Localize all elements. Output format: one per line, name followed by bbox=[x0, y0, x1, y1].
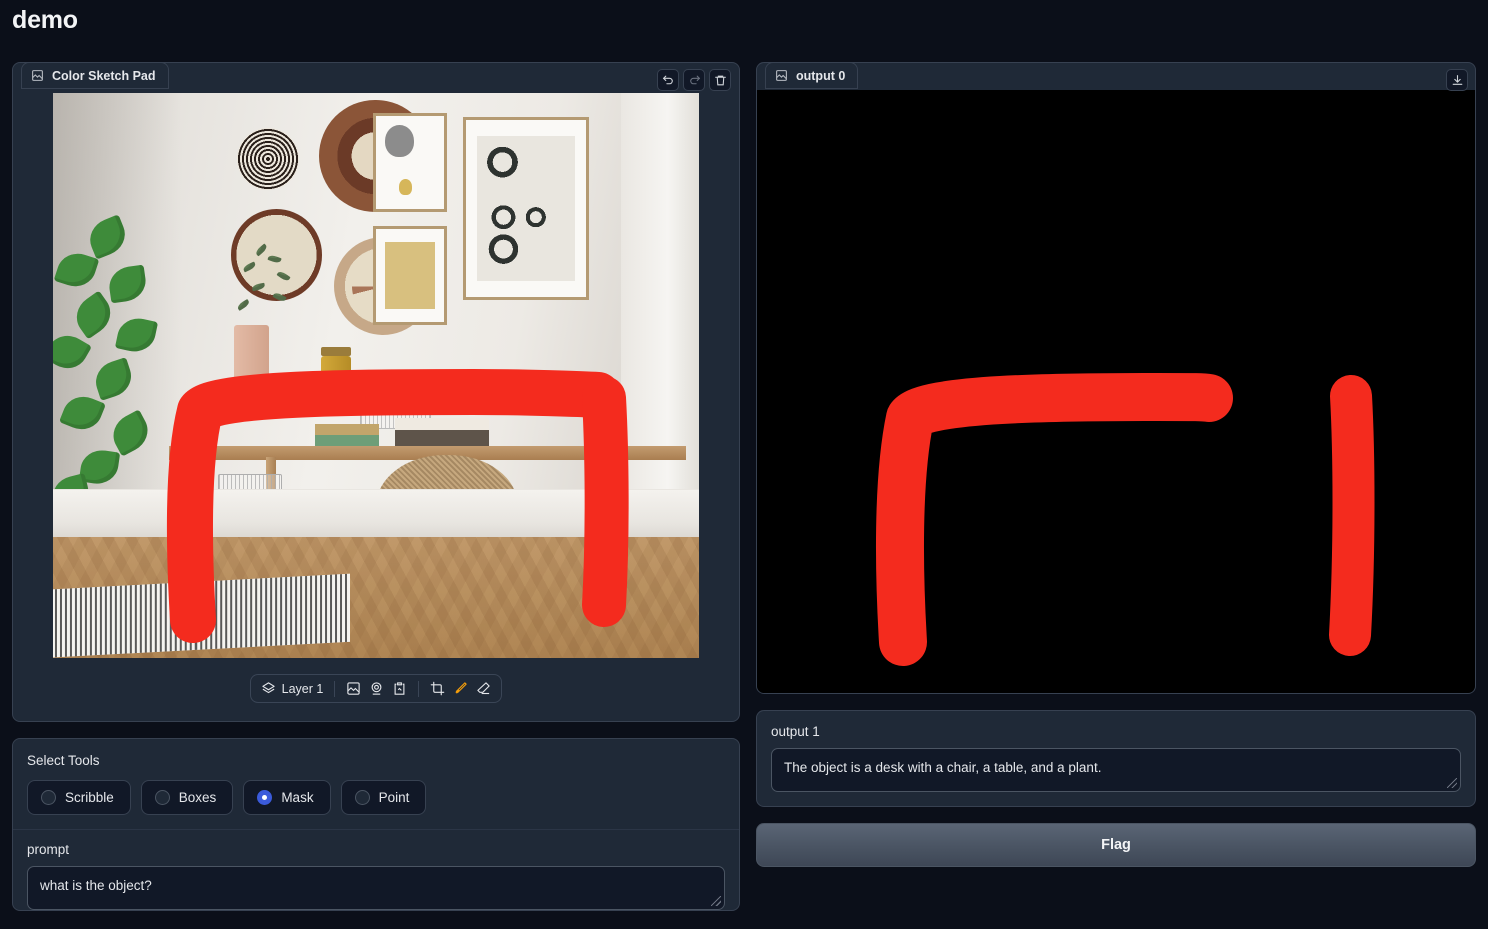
glass-jar bbox=[321, 355, 351, 404]
tool-radio-group: Scribble Boxes Mask Point bbox=[27, 780, 725, 815]
paste-image-button[interactable] bbox=[392, 681, 407, 696]
undo-button[interactable] bbox=[657, 69, 679, 91]
flag-button[interactable]: Flag bbox=[756, 823, 1476, 867]
output1-block: output 1 The object is a desk with a cha… bbox=[756, 710, 1476, 807]
layer-toolbar: Layer 1 bbox=[249, 674, 503, 703]
radio-mask[interactable]: Mask bbox=[243, 780, 331, 815]
output1-label: output 1 bbox=[771, 724, 820, 739]
radio-label: Scribble bbox=[65, 790, 114, 805]
output0-block: output 0 bbox=[756, 62, 1476, 694]
brush-button[interactable] bbox=[453, 681, 468, 696]
resize-handle[interactable] bbox=[1447, 778, 1457, 788]
radio-indicator bbox=[154, 790, 170, 805]
output1-textbox[interactable]: The object is a desk with a chair, a tab… bbox=[771, 748, 1461, 792]
output0-toolbar bbox=[1446, 69, 1468, 91]
layer-label: Layer 1 bbox=[281, 681, 324, 696]
color-sketch-pad-block: Color Sketch Pad Layer 1 bbox=[12, 62, 740, 722]
resize-handle[interactable] bbox=[711, 896, 721, 906]
redo-button[interactable] bbox=[683, 69, 705, 91]
sketch-image[interactable] bbox=[53, 93, 699, 658]
prompt-value: what is the object? bbox=[40, 878, 152, 893]
framed-art bbox=[372, 112, 448, 212]
download-button[interactable] bbox=[1446, 69, 1468, 91]
layers-button[interactable]: Layer 1 bbox=[261, 681, 324, 696]
radio-boxes[interactable]: Boxes bbox=[140, 780, 234, 815]
page-title: demo bbox=[12, 6, 78, 34]
image-icon bbox=[31, 69, 44, 82]
prompt-area: prompt what is the object? bbox=[13, 829, 739, 910]
prompt-input[interactable]: what is the object? bbox=[27, 866, 725, 910]
main-layout: Color Sketch Pad Layer 1 Select Tools Sc… bbox=[0, 62, 1488, 929]
framed-art bbox=[463, 116, 590, 301]
eraser-button[interactable] bbox=[476, 681, 491, 696]
output0-image[interactable] bbox=[757, 90, 1475, 693]
vase bbox=[233, 324, 270, 399]
radio-label: Mask bbox=[281, 790, 314, 805]
image-icon bbox=[775, 69, 788, 82]
prompt-label: prompt bbox=[27, 842, 70, 857]
left-column: Color Sketch Pad Layer 1 Select Tools Sc… bbox=[12, 62, 740, 929]
select-tools-block: Select Tools Scribble Boxes Mask Point p… bbox=[12, 738, 740, 911]
divider bbox=[418, 680, 420, 697]
layer-toolbar-wrap: Layer 1 bbox=[13, 674, 739, 703]
crop-button[interactable] bbox=[430, 681, 445, 696]
books bbox=[314, 424, 380, 448]
clear-button[interactable] bbox=[709, 69, 731, 91]
eucalyptus-stems bbox=[221, 244, 311, 336]
radio-label: Boxes bbox=[178, 790, 217, 805]
radio-scribble[interactable]: Scribble bbox=[27, 780, 131, 815]
output0-tab-label: output 0 bbox=[796, 68, 846, 83]
radio-indicator bbox=[257, 790, 273, 805]
sketch-canvas-area bbox=[13, 90, 739, 658]
wall-basket bbox=[237, 128, 300, 191]
sketch-pad-tab-label: Color Sketch Pad bbox=[52, 68, 156, 83]
radio-indicator bbox=[354, 790, 370, 805]
output1-value: The object is a desk with a chair, a tab… bbox=[784, 760, 1102, 775]
output0-tab[interactable]: output 0 bbox=[765, 63, 859, 89]
upload-image-button[interactable] bbox=[346, 681, 361, 696]
framed-art bbox=[372, 225, 448, 325]
right-column: output 0 output 1 The object is a desk w… bbox=[756, 62, 1476, 929]
sketch-toolbar bbox=[657, 69, 731, 91]
books bbox=[395, 417, 490, 448]
flag-button-label: Flag bbox=[1101, 837, 1131, 853]
mask-strokes bbox=[875, 373, 1375, 666]
divider bbox=[334, 680, 336, 697]
sketch-pad-tab[interactable]: Color Sketch Pad bbox=[21, 63, 169, 89]
layers-icon bbox=[261, 681, 276, 696]
radio-label: Point bbox=[378, 790, 410, 805]
webcam-button[interactable] bbox=[369, 681, 384, 696]
select-tools-label: Select Tools bbox=[27, 753, 100, 768]
radio-indicator bbox=[41, 790, 56, 805]
radio-point[interactable]: Point bbox=[340, 780, 427, 815]
